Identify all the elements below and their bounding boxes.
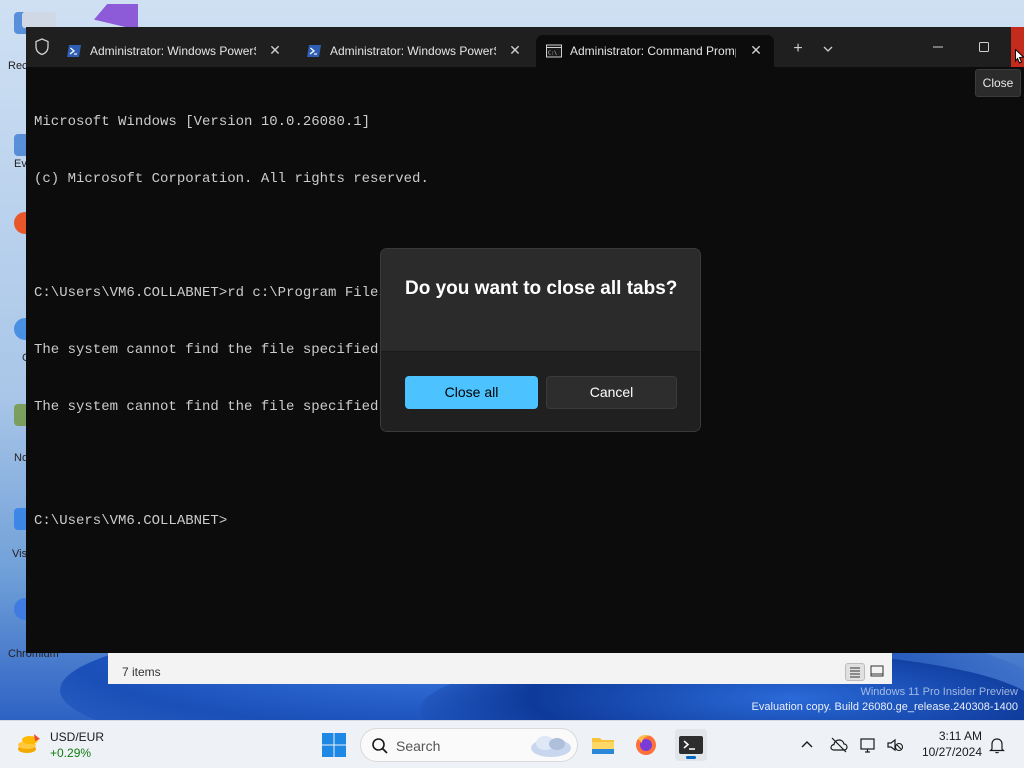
maximize-button[interactable] — [964, 33, 1004, 61]
terminal-taskbar-button[interactable] — [675, 729, 707, 761]
minimize-button[interactable] — [918, 33, 958, 61]
minimize-icon — [933, 46, 943, 48]
tab-command-prompt[interactable]: C:\ Administrator: Command Prompt ✕ — [536, 35, 774, 67]
maximize-icon — [979, 42, 989, 52]
powershell-icon — [306, 44, 322, 58]
shield-icon — [35, 38, 49, 56]
powershell-icon — [66, 44, 82, 58]
tab-powershell-1[interactable]: Administrator: Windows PowerShell ✕ — [56, 35, 292, 67]
volume-tray-button[interactable] — [885, 735, 905, 755]
firefox-taskbar-button[interactable] — [630, 729, 662, 761]
clock-time: 3:11 AM — [938, 729, 982, 743]
watermark-line-2: Evaluation copy. Build 26080.ge_release.… — [751, 701, 1018, 713]
tab-close-button[interactable]: ✕ — [748, 42, 764, 58]
bell-icon — [989, 738, 1005, 754]
network-tray-button[interactable] — [859, 735, 879, 755]
close-all-button[interactable]: Close all — [405, 376, 538, 409]
cmd-icon: C:\ — [546, 44, 562, 58]
chevron-up-icon — [801, 741, 813, 748]
currency-icon — [16, 733, 42, 757]
tab-close-button[interactable]: ✕ — [267, 42, 283, 58]
cancel-button[interactable]: Cancel — [546, 376, 677, 409]
console-prompt-line: C:\Users\VM6.COLLABNET> — [34, 513, 228, 529]
tab-title: Administrator: Windows PowerShell — [90, 44, 256, 58]
search-highlight-icon — [527, 732, 573, 760]
start-button[interactable] — [320, 731, 348, 759]
terminal-window: Administrator: Windows PowerShell ✕ Admi… — [26, 27, 1024, 653]
file-explorer-taskbar-button[interactable] — [587, 729, 619, 761]
widget-title: USD/EUR — [50, 730, 105, 744]
details-view-icon — [850, 667, 860, 678]
tab-title: Administrator: Windows PowerShell — [330, 44, 496, 58]
dialog-content: Do you want to close all tabs? — [381, 249, 700, 351]
mouse-cursor-icon — [1015, 48, 1024, 69]
tab-title: Administrator: Command Prompt — [570, 44, 736, 58]
dialog-button-area: Close all Cancel — [381, 351, 700, 431]
clock-button[interactable]: 3:11 AM 10/27/2024 — [916, 728, 982, 760]
watermark-line-1: Windows 11 Pro Insider Preview — [860, 686, 1018, 698]
close-all-tabs-dialog: Do you want to close all tabs? Close all… — [380, 248, 701, 432]
details-view-button[interactable] — [845, 663, 865, 681]
item-count: 7 items — [122, 665, 161, 679]
taskbar: USD/EUR +0.29% Search 3:11 AM 10/27/2024 — [0, 720, 1024, 768]
file-explorer-status-bar: 7 items — [108, 652, 892, 684]
file-explorer-icon — [592, 738, 614, 754]
search-icon — [371, 737, 389, 755]
admin-shield-button[interactable] — [32, 37, 52, 57]
tab-dropdown-button[interactable] — [819, 40, 837, 58]
chevron-down-icon — [823, 46, 833, 52]
show-hidden-icons-button[interactable] — [797, 735, 817, 755]
windows-logo-icon — [322, 733, 346, 757]
cloud-offline-icon — [830, 737, 848, 753]
firefox-icon — [636, 735, 656, 755]
search-placeholder: Search — [396, 738, 441, 754]
speaker-muted-icon — [887, 738, 904, 752]
clock-date: 10/27/2024 — [921, 745, 982, 759]
recycle-bin-shape — [22, 12, 56, 28]
new-tab-button[interactable]: + — [789, 40, 807, 58]
widgets-button[interactable]: USD/EUR +0.29% — [14, 727, 134, 763]
tiles-view-button[interactable] — [868, 663, 888, 681]
widget-change: +0.29% — [50, 746, 92, 760]
network-icon — [860, 738, 875, 753]
tab-powershell-2[interactable]: Administrator: Windows PowerShell ✕ — [296, 35, 532, 67]
running-indicator — [686, 756, 696, 759]
console-line: Microsoft Windows [Version 10.0.26080.1] — [34, 114, 371, 130]
tab-close-button[interactable]: ✕ — [507, 42, 523, 58]
tiles-view-icon — [870, 665, 884, 677]
terminal-title-bar[interactable]: Administrator: Windows PowerShell ✕ Admi… — [26, 27, 1024, 67]
close-tooltip: Close — [975, 69, 1021, 97]
console-line: (c) Microsoft Corporation. All rights re… — [34, 171, 429, 187]
taskbar-search[interactable]: Search — [360, 728, 578, 762]
onedrive-tray-button[interactable] — [829, 735, 849, 755]
build-watermark: Windows 11 Pro Insider Preview Evaluatio… — [752, 685, 1018, 715]
svg-text:C:\: C:\ — [548, 51, 557, 57]
dialog-title: Do you want to close all tabs? — [405, 278, 678, 299]
notifications-button[interactable] — [987, 735, 1007, 755]
